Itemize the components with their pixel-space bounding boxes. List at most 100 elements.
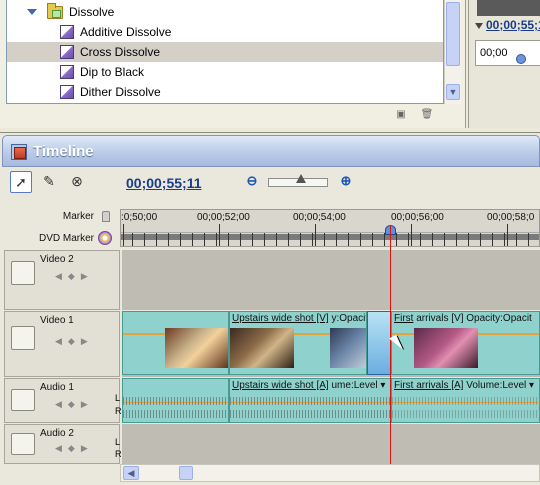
dropdown-triangle-icon xyxy=(475,22,483,29)
audio-waveform xyxy=(230,410,390,418)
ruler-major-tick xyxy=(411,224,412,246)
effect-label: Additive Dissolve xyxy=(80,25,172,39)
zoom-slider-knob[interactable] xyxy=(296,174,306,183)
audio-waveform xyxy=(123,397,228,405)
ruler-tick-label: :0;50;00 xyxy=(121,212,158,223)
track-name: Video 2 xyxy=(40,254,74,265)
clip-thumbnail xyxy=(230,328,294,368)
marker-row: Marker xyxy=(0,207,120,227)
scroll-left-icon[interactable]: ◀ xyxy=(123,466,139,480)
timeline-scrollbar[interactable]: ◀ xyxy=(120,464,540,482)
monitor-ruler[interactable]: 00;00 xyxy=(475,40,540,66)
effect-item[interactable]: Additive Dissolve xyxy=(7,22,443,42)
keyframe-nav[interactable]: ◀◆▶ xyxy=(55,336,105,350)
timeline-timecode[interactable]: 00;00;55;11 xyxy=(126,175,202,191)
transition-icon xyxy=(60,45,74,59)
effect-item[interactable]: Dither Dissolve xyxy=(7,82,443,102)
ruler-major-tick xyxy=(507,224,508,246)
video-visibility-icon[interactable] xyxy=(11,261,35,285)
keyframe-nav[interactable]: ◀◆▶ xyxy=(55,271,105,285)
monitor-preview xyxy=(477,0,540,16)
zoom-in-icon[interactable]: ⊕ xyxy=(336,172,356,192)
track-name: Video 1 xyxy=(40,315,74,326)
channel-label-left: L xyxy=(115,393,121,403)
scroll-thumb[interactable] xyxy=(179,466,193,480)
ruler-tick-label: 00;00;54;00 xyxy=(293,212,346,223)
zoom-out-icon[interactable]: ⊖ xyxy=(242,172,262,192)
track-header-video2: Video 2 ◀◆▶ xyxy=(4,250,120,310)
effect-item-selected[interactable]: Cross Dissolve xyxy=(7,42,443,62)
timeline-title: Timeline xyxy=(33,143,94,160)
effects-panel: Dissolve Additive Dissolve Cross Dissolv… xyxy=(0,0,466,128)
clip-title: Upstairs wide shot [A] ume:Level ▾ xyxy=(232,380,386,391)
marker-icon[interactable] xyxy=(102,211,110,222)
time-ruler[interactable]: :0;50;00 00;00;52;00 00;00;54;00 00;00;5… xyxy=(120,209,540,247)
link-tool-icon[interactable]: ⊗ xyxy=(66,171,88,193)
selection-tool-icon[interactable]: ➚ xyxy=(10,171,32,193)
track-name: Audio 1 xyxy=(40,382,74,393)
playhead-marker-icon[interactable] xyxy=(516,54,526,64)
scroll-thumb[interactable] xyxy=(446,2,460,66)
zoom-slider[interactable] xyxy=(268,174,328,187)
audio-waveform xyxy=(123,410,228,418)
channel-label-right: R xyxy=(115,406,122,416)
lane-audio1[interactable]: Upstairs wide shot [A] ume:Level ▾ First… xyxy=(122,378,540,423)
clip-title: Upstairs wide shot [V] y:Opacity ▾ xyxy=(232,313,366,324)
effects-scrollbar[interactable]: ▼ xyxy=(444,0,461,104)
clip-thumbnail xyxy=(165,328,228,368)
ruler-major-tick xyxy=(315,224,316,246)
ruler-tick-label: 00;00;58;0 xyxy=(487,212,535,223)
transition-icon xyxy=(60,25,74,39)
audio-clip-upstairs[interactable]: Upstairs wide shot [A] ume:Level ▾ xyxy=(229,378,391,423)
transition-icon xyxy=(60,65,74,79)
audio-waveform xyxy=(392,410,539,418)
video-clip-first-arrivals[interactable]: First arrivals [V] Opacity:Opacit xyxy=(391,311,540,375)
scroll-down-icon[interactable]: ▼ xyxy=(446,84,460,100)
transition-icon xyxy=(60,85,74,99)
audio-clip-first-arrivals[interactable]: First arrivals [A] Volume:Level ▾ xyxy=(391,378,540,423)
timeline-toolbar: ➚ ✎ ⊗ 00;00;55;11 ⊖ ⊕ xyxy=(2,169,540,195)
timeline-panel: Timeline ➚ ✎ ⊗ 00;00;55;11 ⊖ ⊕ Marker DV… xyxy=(0,132,540,485)
monitor-ruler-label: 00;00 xyxy=(480,47,508,59)
playhead-line[interactable] xyxy=(390,225,391,466)
trash-icon[interactable]: 🗑 xyxy=(420,110,434,120)
video-visibility-icon[interactable] xyxy=(11,326,35,350)
dvd-marker-icon[interactable] xyxy=(98,231,112,245)
ruler-ticks xyxy=(121,232,539,246)
cross-dissolve-transition[interactable] xyxy=(367,311,391,375)
keyframe-nav[interactable]: ◀◆▶ xyxy=(55,443,105,457)
razor-tool-icon[interactable]: ✎ xyxy=(38,171,60,193)
ruler-major-tick xyxy=(219,224,220,246)
effect-label: Cross Dissolve xyxy=(80,45,161,59)
monitor-timecode[interactable]: 00;00;55;11 xyxy=(475,18,540,32)
audio-waveform xyxy=(392,397,539,405)
monitor-panel: 00;00;55;11 00;00 xyxy=(468,0,540,128)
effect-item[interactable]: Dip to Black xyxy=(7,62,443,82)
channel-label-left: L xyxy=(115,437,121,447)
video-clip-upstairs[interactable]: Upstairs wide shot [V] y:Opacity ▾ xyxy=(229,311,367,375)
timeline-header: Timeline xyxy=(2,135,540,167)
dissolve-folder-row[interactable]: Dissolve xyxy=(7,2,443,22)
audio-clip[interactable] xyxy=(122,378,229,423)
expand-triangle-icon[interactable] xyxy=(27,9,37,15)
marker-label: Marker xyxy=(62,211,94,222)
folder-icon xyxy=(47,3,63,19)
track-header-video1: Video 1 ◀◆▶ xyxy=(4,311,120,377)
channel-label-right: R xyxy=(115,449,122,459)
new-bin-icon[interactable]: ▣ xyxy=(394,110,408,120)
track-header-audio2: Audio 2 ◀◆▶ L R xyxy=(4,424,122,464)
folder-label: Dissolve xyxy=(69,5,115,19)
effect-label: Dip to Black xyxy=(80,65,145,79)
effect-label: Dither Dissolve xyxy=(80,85,161,99)
clip-title: First arrivals [V] Opacity:Opacit xyxy=(394,313,532,324)
timeline-icon xyxy=(11,144,27,160)
keyframe-nav[interactable]: ◀◆▶ xyxy=(55,399,105,413)
lane-audio2[interactable] xyxy=(122,424,540,464)
speaker-icon[interactable] xyxy=(11,389,35,411)
speaker-icon[interactable] xyxy=(11,433,35,455)
audio-waveform xyxy=(230,397,390,405)
lane-video1[interactable]: Upstairs wide shot [V] y:Opacity ▾ First… xyxy=(122,311,540,377)
effects-list: Dissolve Additive Dissolve Cross Dissolv… xyxy=(6,0,444,104)
video-clip[interactable] xyxy=(122,311,229,375)
lane-video2[interactable] xyxy=(122,250,540,310)
